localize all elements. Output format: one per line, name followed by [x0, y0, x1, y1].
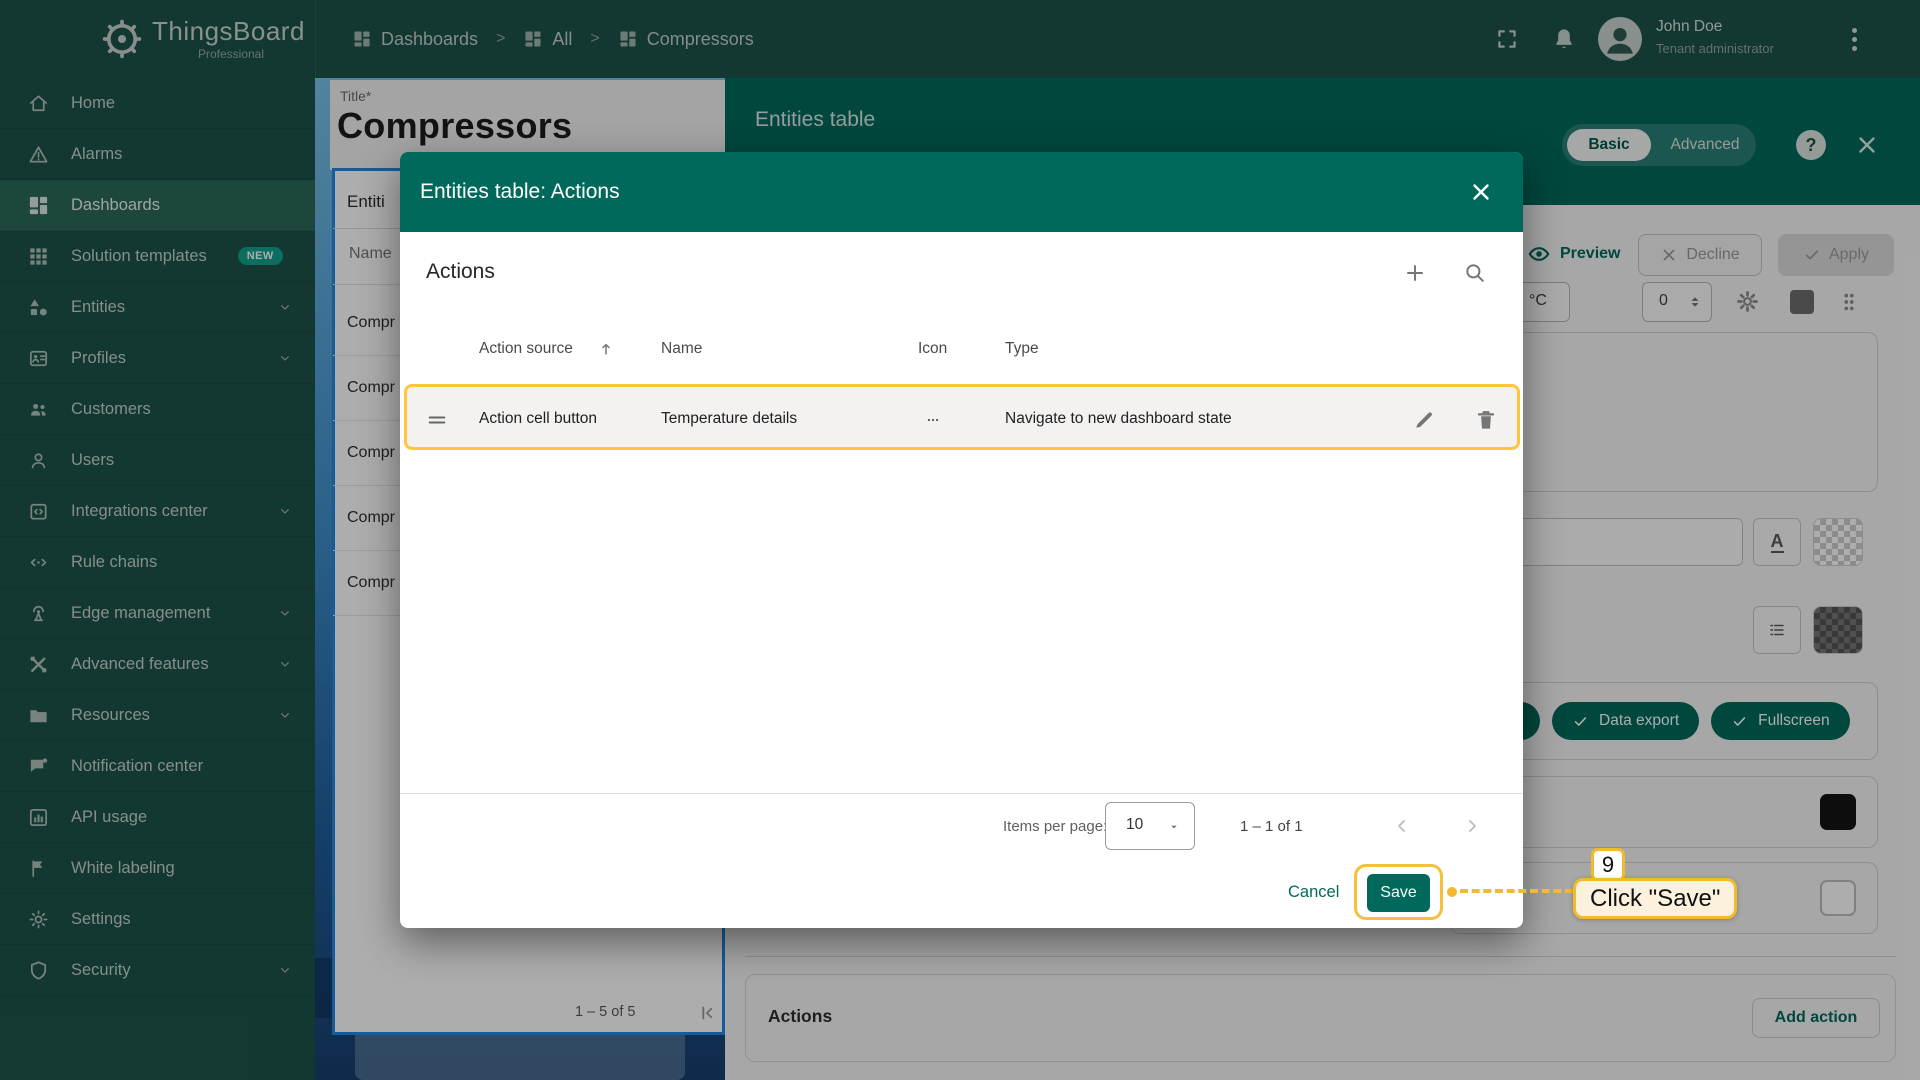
more-horiz-icon: [919, 413, 947, 427]
cancel-button[interactable]: Cancel: [1288, 883, 1339, 902]
annotation-label: Click "Save": [1573, 878, 1738, 919]
page-size-select[interactable]: 10: [1105, 802, 1195, 850]
dialog-close-icon[interactable]: [1468, 179, 1494, 205]
edit-pencil-icon[interactable]: [1411, 407, 1437, 433]
column-header-icon[interactable]: Icon: [918, 340, 947, 358]
delete-trash-icon[interactable]: [1473, 407, 1499, 433]
annotation-connector-dash: [1460, 889, 1573, 893]
column-header-name[interactable]: Name: [661, 340, 702, 358]
search-icon[interactable]: [1462, 260, 1488, 286]
entities-table-actions-dialog: Entities table: Actions Actions Action s…: [400, 152, 1523, 928]
drag-handle-icon[interactable]: [425, 409, 449, 431]
chevron-down-icon: [1168, 823, 1180, 831]
column-header-type[interactable]: Type: [1005, 340, 1039, 358]
cell-type: Navigate to new dashboard state: [1005, 410, 1232, 427]
cell-action-source: Action cell button: [479, 410, 598, 427]
add-icon[interactable]: [1402, 260, 1428, 286]
cell-name: Temperature details: [661, 410, 798, 427]
dialog-section-title: Actions: [426, 260, 495, 283]
save-highlight-ring: [1354, 864, 1443, 920]
action-table-row[interactable]: Action cell button Temperature details N…: [404, 384, 1520, 450]
sort-asc-icon[interactable]: [597, 340, 615, 358]
paginator-range: 1 – 1 of 1: [1240, 818, 1303, 835]
chevron-right-icon[interactable]: [1460, 814, 1484, 838]
chevron-left-icon[interactable]: [1390, 814, 1414, 838]
column-header-action-source[interactable]: Action source: [479, 340, 573, 358]
screen: ThingsBoard Professional Dashboards > All >…: [0, 0, 1920, 1080]
annotation-step-number: 9: [1591, 848, 1625, 882]
items-per-page-label: Items per page:: [1003, 818, 1108, 835]
dialog-title: Entities table: Actions: [420, 180, 620, 203]
annotation-connector-dot: [1447, 887, 1457, 897]
divider: [400, 793, 1523, 794]
